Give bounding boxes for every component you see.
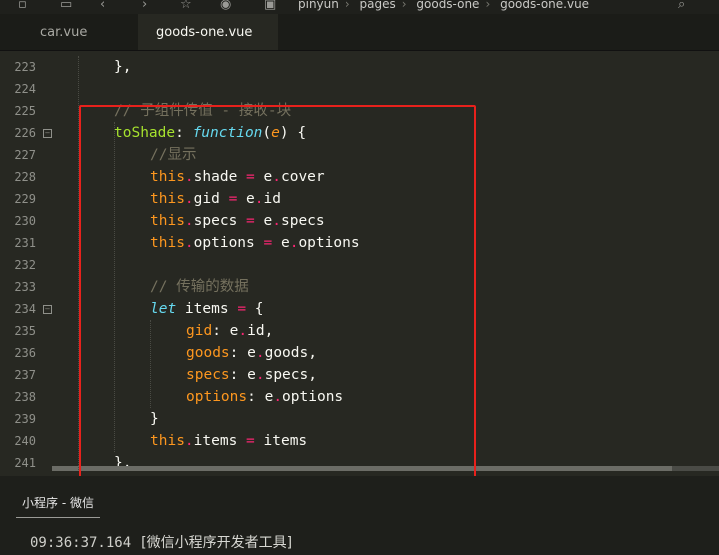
line-number: 227 — [14, 148, 36, 162]
back-icon[interactable]: ‹ — [100, 0, 105, 13]
tab-bar: car.vue goods-one.vue — [0, 14, 719, 51]
line-number: 229 — [14, 192, 36, 206]
forward-icon[interactable]: › — [142, 0, 147, 13]
sidebar-toggle-icon[interactable]: ▫ — [18, 0, 27, 13]
console-log-line: 09:36:37.164 [微信小程序开发者工具] — [30, 532, 292, 552]
fold-toggle-icon[interactable]: − — [43, 129, 52, 138]
log-timestamp: 09:36:37.164 — [30, 535, 132, 551]
log-message: [微信小程序开发者工具] — [141, 535, 293, 551]
line-gutter: 223 224 225 226−227 228 229 230 231 232 233 234−23… — [0, 51, 58, 471]
line-number: 228 — [14, 170, 36, 184]
star-icon[interactable]: ☆ — [180, 0, 192, 13]
code-token: }, — [114, 59, 132, 75]
breadcrumb-item[interactable]: goods-one.vue — [500, 0, 589, 11]
line-number: 235 — [14, 324, 36, 338]
line-number: 231 — [14, 236, 36, 250]
fold-toggle-icon[interactable]: − — [43, 305, 52, 314]
run-icon[interactable]: ◉ — [220, 0, 231, 13]
line-number: 224 — [14, 82, 36, 96]
breadcrumb: pinyun › pages › goods-one › goods-one.vue — [298, 0, 595, 13]
line-number: 223 — [14, 60, 36, 74]
line-number: 234 — [14, 302, 36, 316]
chevron-right-icon: › — [485, 0, 491, 11]
tab-goods-one-vue[interactable]: goods-one.vue — [138, 14, 278, 50]
line-number: 226 — [14, 126, 36, 140]
search-icon[interactable]: ⌕ — [678, 0, 685, 13]
line-number: 230 — [14, 214, 36, 228]
tab-label: car.vue — [40, 25, 88, 40]
console-panel: 小程序 - 微信 09:36:37.164 [微信小程序开发者工具] — [0, 476, 719, 555]
line-number: 237 — [14, 368, 36, 382]
line-number: 238 — [14, 390, 36, 404]
code-line: }, — [114, 56, 131, 78]
line-number: 232 — [14, 258, 36, 272]
line-number: 239 — [14, 412, 36, 426]
console-tab[interactable]: 小程序 - 微信 — [16, 494, 100, 518]
file-icon: ▣ — [264, 0, 277, 12]
line-number: 236 — [14, 346, 36, 360]
line-number: 233 — [14, 280, 36, 294]
line-number: 240 — [14, 434, 36, 448]
breadcrumb-item[interactable]: pages — [360, 0, 396, 11]
save-icon[interactable]: ▭ — [60, 0, 72, 13]
chevron-right-icon: › — [401, 0, 407, 11]
tab-car-vue[interactable]: car.vue — [22, 14, 105, 50]
chevron-right-icon: › — [344, 0, 350, 11]
breadcrumb-item[interactable]: goods-one — [416, 0, 479, 11]
breadcrumb-item[interactable]: pinyun — [298, 0, 339, 11]
line-number: 241 — [14, 456, 36, 470]
highlight-box — [79, 105, 476, 479]
top-toolbar: ▫ ▭ ‹ › ☆ ◉ ▣ pinyun › pages › goods-one › … — [0, 0, 719, 14]
line-number: 225 — [14, 104, 36, 118]
tab-label: goods-one.vue — [156, 25, 253, 40]
